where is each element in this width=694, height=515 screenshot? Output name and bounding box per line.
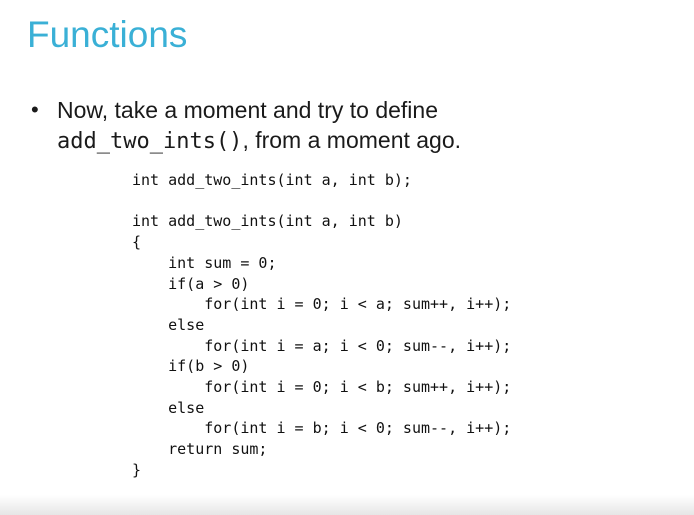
bullet-line-1: Now, take a moment and try to define (57, 97, 438, 123)
bullet-line-2: add_two_ints(), from a moment ago. (57, 125, 461, 157)
code-block: int add_two_ints(int a, int b); int add_t… (132, 170, 511, 481)
code-line: return sum; (132, 440, 268, 459)
code-line: else (132, 315, 205, 334)
code-line: { (132, 233, 142, 252)
function-name-code: add_two_ints() (57, 129, 243, 154)
slide-title: Functions (27, 14, 188, 55)
slide-bottom-shadow (0, 495, 694, 515)
bullet-line-2-suffix: , from a moment ago. (242, 127, 462, 153)
code-line: int sum = 0; (132, 253, 277, 272)
code-line: for(int i = a; i < 0; sum--, i++); (132, 336, 512, 355)
code-line: if(a > 0) (132, 274, 250, 293)
code-line: for(int i = 0; i < a; sum++, i++); (132, 295, 512, 314)
code-line: for(int i = 0; i < b; sum++, i++); (132, 378, 512, 397)
code-line: else (132, 398, 205, 417)
code-line: int add_two_ints(int a, int b); (132, 171, 412, 189)
bullet-marker: • (31, 97, 39, 122)
code-line: if(b > 0) (132, 357, 250, 376)
bullet-text: Now, take a moment and try to define add… (57, 95, 461, 157)
code-line: for(int i = b; i < 0; sum--, i++); (132, 419, 512, 438)
code-line: int add_two_ints(int a, int b) (132, 212, 403, 231)
code-line: } (132, 460, 142, 479)
